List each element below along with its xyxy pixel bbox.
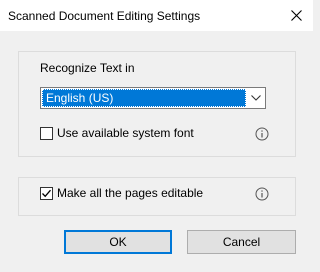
- cancel-button[interactable]: Cancel: [187, 230, 296, 254]
- checkmark-icon: [42, 189, 51, 197]
- title-bar: Scanned Document Editing Settings: [0, 0, 313, 31]
- ok-button[interactable]: OK: [64, 230, 172, 254]
- dialog-title: Scanned Document Editing Settings: [8, 9, 201, 23]
- editable-checkbox[interactable]: [40, 186, 53, 200]
- info-icon[interactable]: [255, 127, 269, 141]
- language-selected-value: English (US): [42, 89, 246, 107]
- editable-label: Make all the pages editable: [57, 186, 204, 200]
- info-icon[interactable]: [255, 187, 269, 201]
- editable-option[interactable]: Make all the pages editable: [40, 186, 203, 200]
- chevron-down-icon: [250, 95, 261, 101]
- recognize-label: Recognize Text in: [40, 61, 135, 75]
- system-font-option[interactable]: Use available system font: [40, 126, 194, 140]
- close-button[interactable]: [279, 0, 313, 31]
- close-icon: [290, 10, 302, 21]
- dialog-window: Scanned Document Editing Settings Recogn…: [0, 0, 313, 272]
- system-font-checkbox[interactable]: [40, 126, 53, 140]
- dropdown-arrow[interactable]: [246, 88, 265, 108]
- system-font-label: Use available system font: [57, 126, 194, 140]
- language-dropdown[interactable]: English (US): [40, 87, 266, 109]
